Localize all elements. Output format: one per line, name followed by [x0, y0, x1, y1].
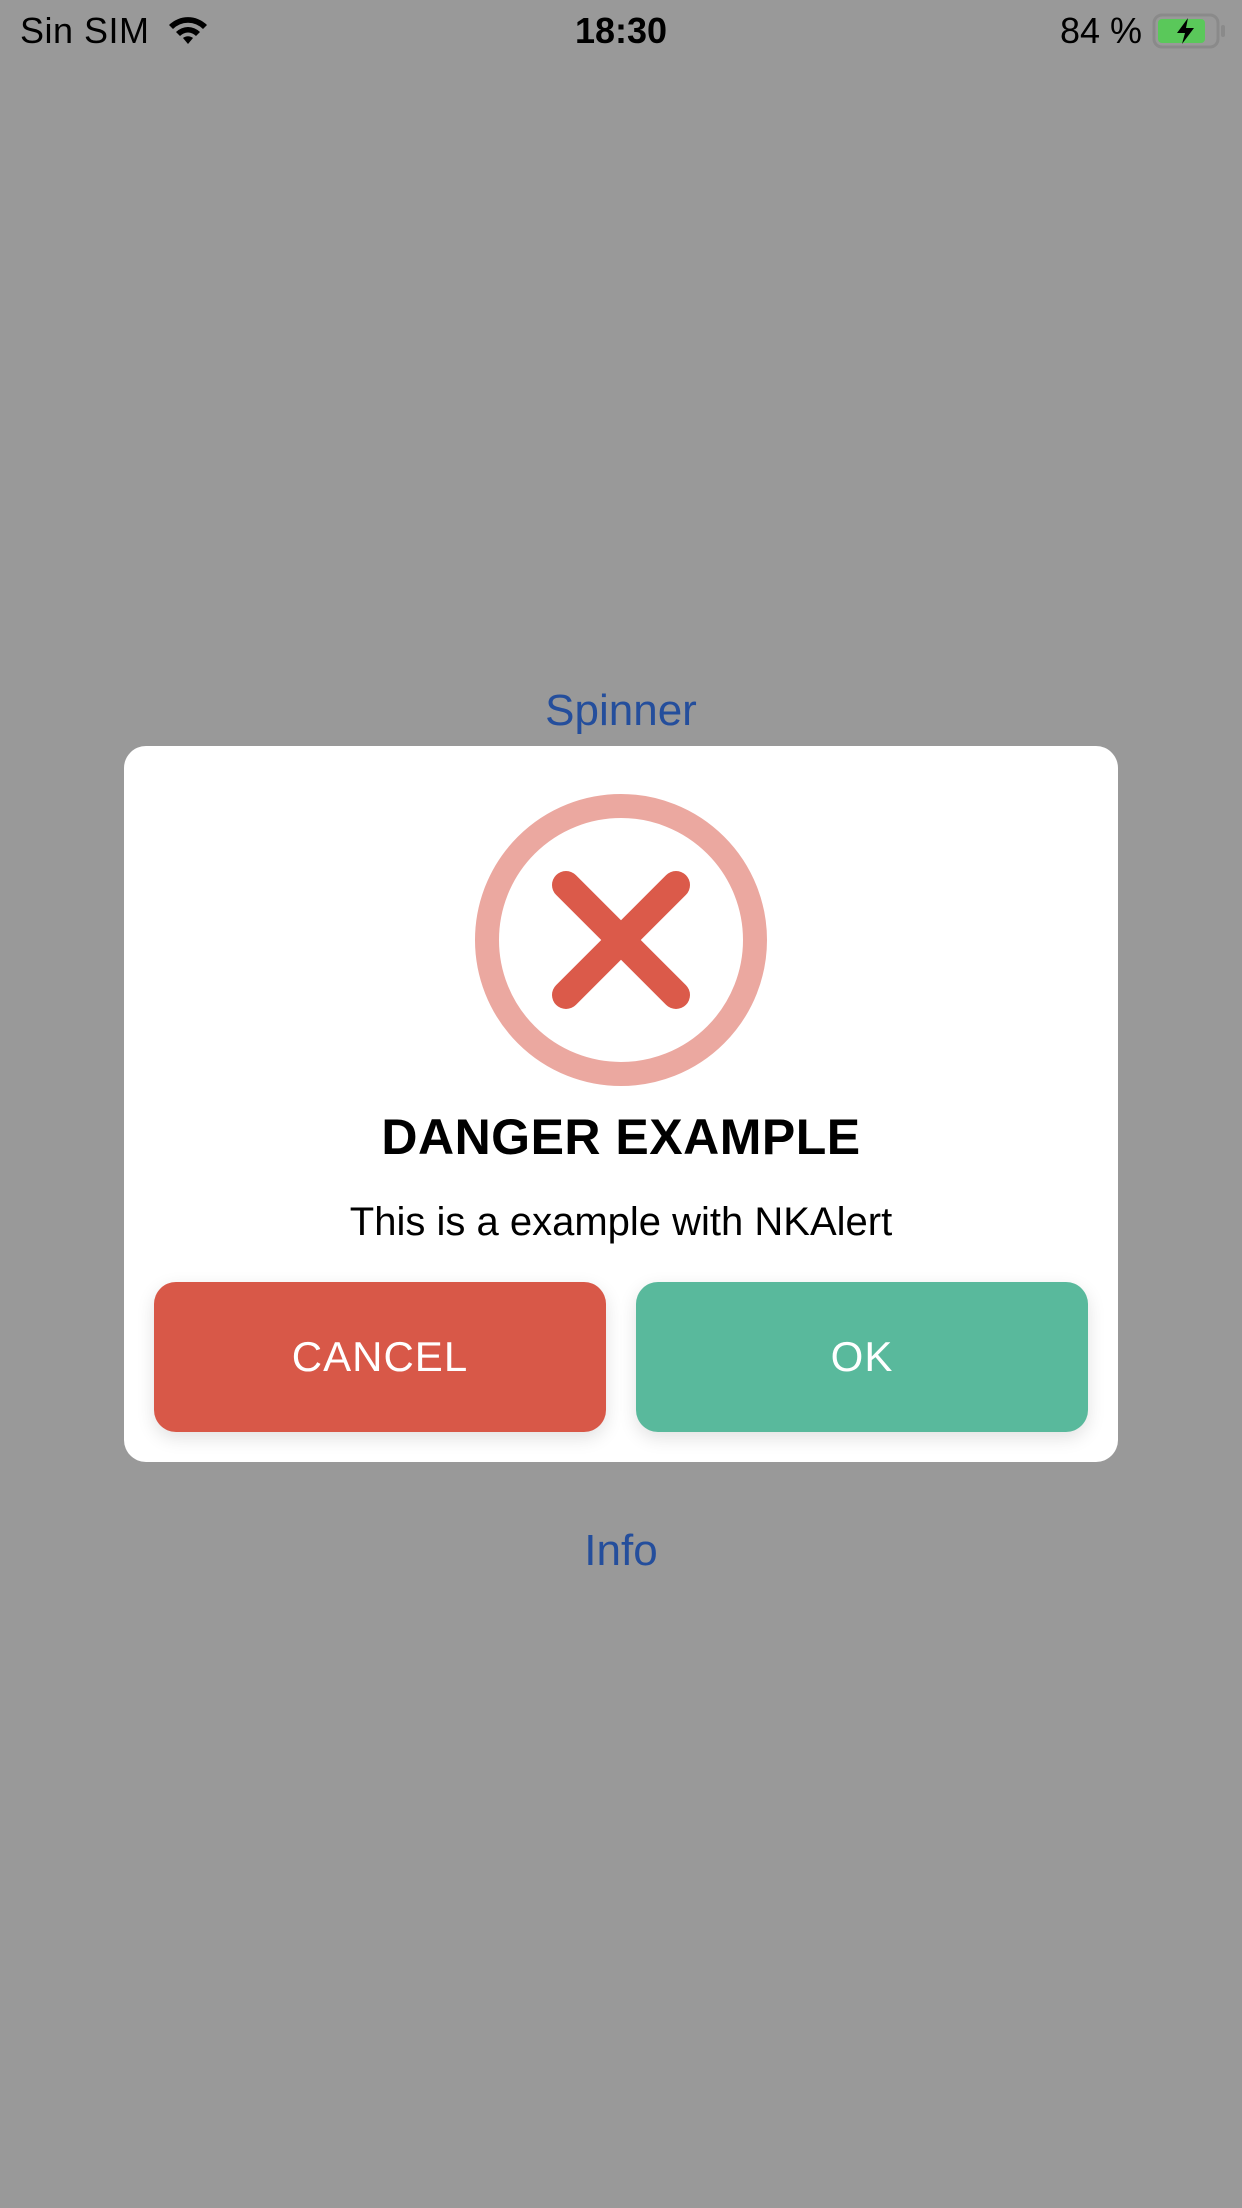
status-time: 18:30: [574, 10, 668, 51]
alert-title: DANGER EXAMPLE: [381, 1109, 861, 1165]
alert-dialog: DANGER EXAMPLE This is a example with NK…: [124, 746, 1118, 1462]
status-right: 84 %: [1060, 10, 1228, 52]
battery-charging-icon: [1152, 13, 1225, 49]
ok-button[interactable]: OK: [636, 1282, 1088, 1432]
danger-x-circle-icon: [475, 794, 767, 1086]
spinner-link[interactable]: Spinner: [0, 686, 1242, 736]
battery-percent: 84 %: [1059, 10, 1142, 51]
info-link[interactable]: Info: [0, 1526, 1242, 1576]
cancel-button[interactable]: CANCEL: [154, 1282, 606, 1432]
status-bar: Sin SIM 18:30 84 %: [0, 0, 1242, 62]
app-screen: Sin SIM 18:30 84 % Spinner Info DANGER E…: [0, 0, 1242, 2208]
alert-message: This is a example with NKAlert: [349, 1200, 893, 1244]
